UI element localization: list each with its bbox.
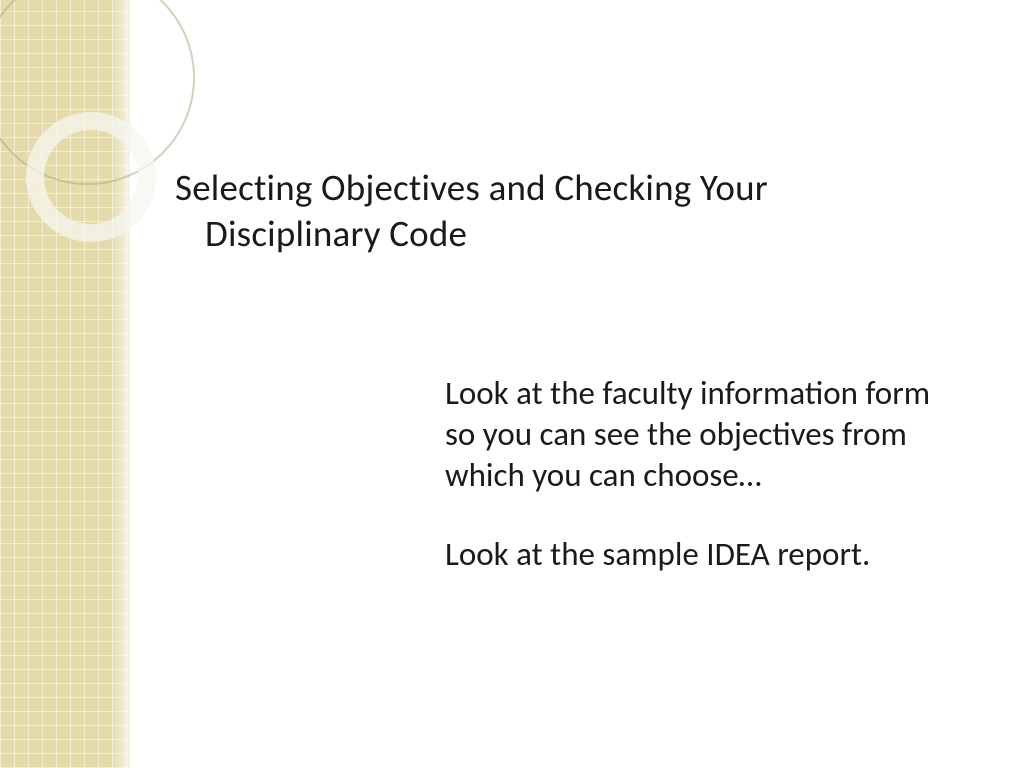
slide-title-line1: Selecting Objectives and Checking Your <box>175 165 964 211</box>
slide-content: Selecting Objectives and Checking Your D… <box>175 165 964 614</box>
slide-body: Look at the faculty information form so … <box>445 373 935 576</box>
body-paragraph-1: Look at the faculty information form so … <box>445 373 935 497</box>
decorative-ring-inner <box>26 112 156 242</box>
slide-title-line2: Disciplinary Code <box>175 211 964 257</box>
body-paragraph-2: Look at the sample IDEA report. <box>445 534 935 575</box>
slide-title: Selecting Objectives and Checking Your D… <box>175 165 964 258</box>
